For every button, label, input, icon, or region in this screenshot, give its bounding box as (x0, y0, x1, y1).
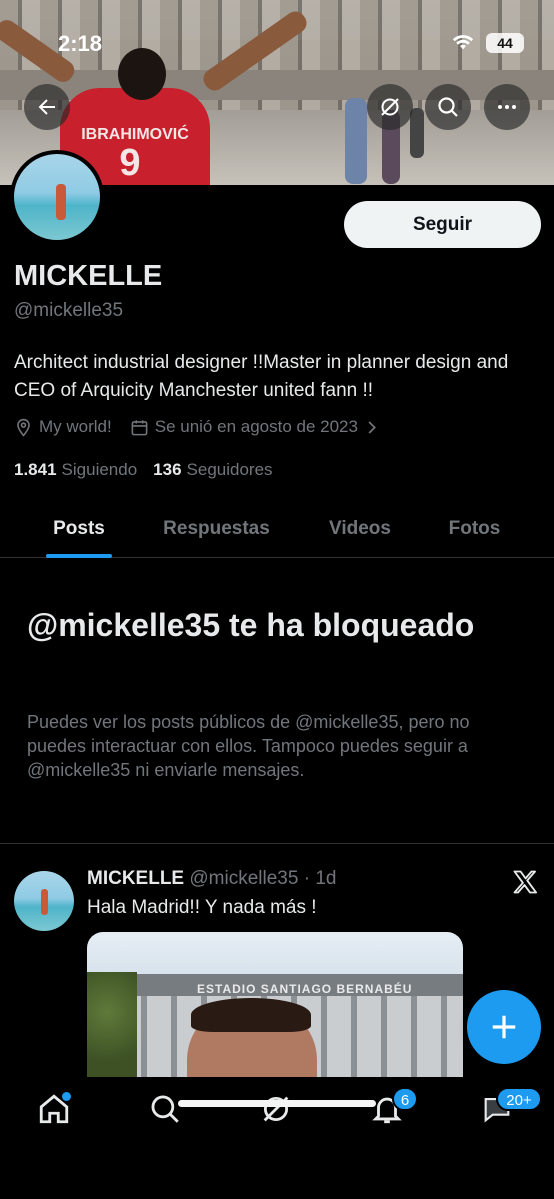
home-indicator (178, 1100, 376, 1107)
post-text: Hala Madrid!! Y nada más ! (87, 897, 317, 918)
profile-tabs: Posts Respuestas Videos Fotos (0, 500, 554, 558)
post-handle-time: @mickelle35 · 1d (189, 868, 337, 889)
more-button[interactable] (484, 84, 530, 130)
profile-bio: Architect industrial designer !!Master i… (14, 352, 509, 401)
followers-label: Seguidores (186, 460, 273, 479)
home-unread-dot (62, 1092, 71, 1101)
stadium-sign: ESTADIO SANTIAGO BERNABÉU (197, 982, 413, 996)
tab-respuestas[interactable]: Respuestas (158, 500, 275, 558)
wifi-icon (452, 33, 474, 51)
profile-meta: My world! Se unió en agosto de 2023 (14, 417, 405, 437)
search-button[interactable] (425, 84, 471, 130)
arrow-left-icon (38, 99, 55, 115)
profile-location: My world! (14, 417, 112, 437)
location-text: My world! (39, 417, 112, 436)
grok-button[interactable] (367, 84, 413, 130)
joined-text: Se unió en agosto de 2023 (154, 417, 358, 436)
follow-button[interactable]: Seguir (344, 201, 541, 248)
avatar-figure (56, 184, 66, 220)
banner-pedestrian (345, 98, 367, 184)
messages-badge: 20+ (496, 1087, 542, 1111)
banner-person-head (118, 48, 166, 100)
following-label: Siguiendo (61, 460, 138, 479)
battery-icon: 44 (486, 33, 524, 53)
grok-icon (263, 1096, 289, 1122)
location-pin-icon (17, 418, 30, 437)
profile-counts: 1.841 Siguiendo 136 Seguidores (14, 460, 289, 480)
avatar-figure (41, 889, 48, 915)
more-icon (498, 105, 516, 109)
chevron-right-icon (368, 420, 376, 434)
profile-joined[interactable]: Se unió en agosto de 2023 (130, 417, 387, 437)
jersey-number: 9 (119, 142, 141, 184)
tab-videos[interactable]: Videos (275, 500, 445, 558)
post-author-avatar[interactable] (14, 871, 74, 931)
nav-search[interactable] (148, 1092, 182, 1126)
search-icon (151, 1095, 179, 1123)
blocked-title: @mickelle35 te ha bloqueado (27, 607, 475, 643)
compose-post-button[interactable] (467, 990, 541, 1064)
notifications-badge: 6 (392, 1087, 418, 1111)
tree (87, 972, 137, 1077)
calendar-icon (131, 419, 148, 435)
status-time: 2:18 (58, 31, 103, 56)
post-author-name[interactable]: MICKELLE (87, 868, 184, 889)
post-header: MICKELLE @mickelle35 · 1d (87, 868, 336, 890)
post-image[interactable]: ESTADIO SANTIAGO BERNABÉU (87, 932, 463, 1077)
profile-handle: @mickelle35 (14, 300, 124, 321)
plus-icon (492, 1015, 516, 1039)
tab-posts[interactable]: Posts (0, 500, 158, 558)
following-count: 1.841 (14, 460, 57, 479)
banner-pedestrian (410, 108, 424, 158)
blocked-description: Puedes ver los posts públicos de @mickel… (27, 712, 470, 780)
following-link[interactable]: 1.841 Siguiendo (14, 460, 137, 480)
profile-display-name: MICKELLE (14, 260, 163, 292)
bottom-navigation: 6 20+ (0, 1077, 554, 1199)
search-icon (438, 97, 458, 117)
divider (0, 843, 554, 844)
x-logo-icon[interactable] (511, 868, 539, 896)
grok-icon (381, 98, 399, 116)
back-button[interactable] (24, 84, 70, 130)
followers-link[interactable]: 136 Seguidores (153, 460, 272, 480)
selfie-hair (191, 998, 311, 1032)
profile-avatar[interactable] (10, 150, 104, 244)
tab-fotos[interactable]: Fotos (445, 500, 504, 558)
nav-grok[interactable] (259, 1092, 293, 1126)
followers-count: 136 (153, 460, 182, 479)
